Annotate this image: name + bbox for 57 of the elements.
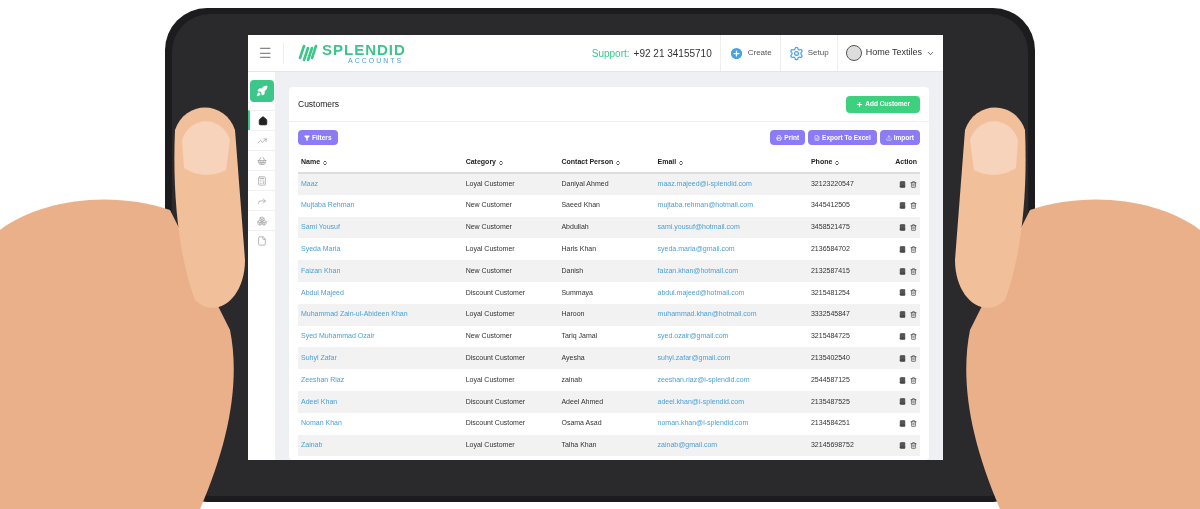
home-icon	[257, 115, 268, 126]
company-dropdown[interactable]: Home Textiles	[837, 35, 943, 71]
support-label: Support:	[591, 46, 630, 61]
upload-icon	[885, 134, 892, 141]
sidebar-item[interactable]	[248, 110, 275, 130]
delete-icon[interactable]	[910, 180, 917, 188]
delete-icon[interactable]	[910, 398, 917, 406]
rocket-icon	[255, 85, 268, 97]
delete-icon[interactable]	[910, 332, 917, 340]
cubes-icon	[256, 215, 267, 226]
delete-icon[interactable]	[910, 202, 917, 210]
share-icon	[256, 195, 267, 206]
sort-icon	[834, 159, 841, 166]
book-icon[interactable]	[899, 354, 906, 362]
book-icon[interactable]	[899, 267, 906, 275]
delete-icon[interactable]	[910, 441, 917, 449]
sort-icon	[322, 159, 329, 166]
setup-button[interactable]: Setup	[780, 35, 838, 71]
printer-icon	[776, 134, 783, 141]
book-icon[interactable]	[899, 202, 906, 210]
book-icon[interactable]	[899, 376, 906, 384]
line-chart-icon	[256, 135, 267, 146]
book-icon[interactable]	[899, 311, 906, 319]
book-icon[interactable]	[899, 224, 906, 231]
basket-icon	[256, 155, 267, 166]
delete-icon[interactable]	[910, 354, 917, 362]
logo-icon	[298, 44, 318, 62]
filter-icon	[304, 134, 310, 141]
sort-icon	[498, 159, 504, 166]
delete-icon[interactable]	[910, 311, 917, 319]
delete-icon[interactable]	[910, 245, 917, 253]
delete-icon[interactable]	[910, 420, 917, 428]
support-phone: +92 21 34155710	[633, 35, 721, 71]
delete-icon[interactable]	[910, 267, 917, 275]
sort-icon	[678, 159, 685, 166]
calculator-icon	[256, 175, 267, 186]
create-button[interactable]: Create	[720, 35, 781, 71]
file-icon	[814, 134, 821, 141]
delete-icon[interactable]	[910, 224, 917, 231]
delete-icon[interactable]	[910, 376, 917, 384]
card-title: Customers	[298, 97, 340, 111]
file-icon	[256, 235, 267, 246]
book-icon[interactable]	[899, 245, 906, 253]
menu-button[interactable]: ☰	[248, 42, 284, 64]
settings-icon	[788, 45, 804, 61]
book-icon[interactable]	[899, 398, 906, 406]
book-icon[interactable]	[899, 289, 906, 297]
avatar-icon	[845, 45, 862, 61]
book-icon[interactable]	[899, 332, 906, 340]
book-icon[interactable]	[899, 180, 906, 188]
book-icon[interactable]	[899, 441, 906, 449]
plus-icon	[728, 45, 744, 61]
plus-icon	[856, 100, 864, 108]
book-icon[interactable]	[899, 420, 906, 428]
sort-icon	[615, 159, 622, 166]
logo-name: SPLENDID	[322, 42, 406, 57]
delete-icon[interactable]	[910, 289, 917, 297]
